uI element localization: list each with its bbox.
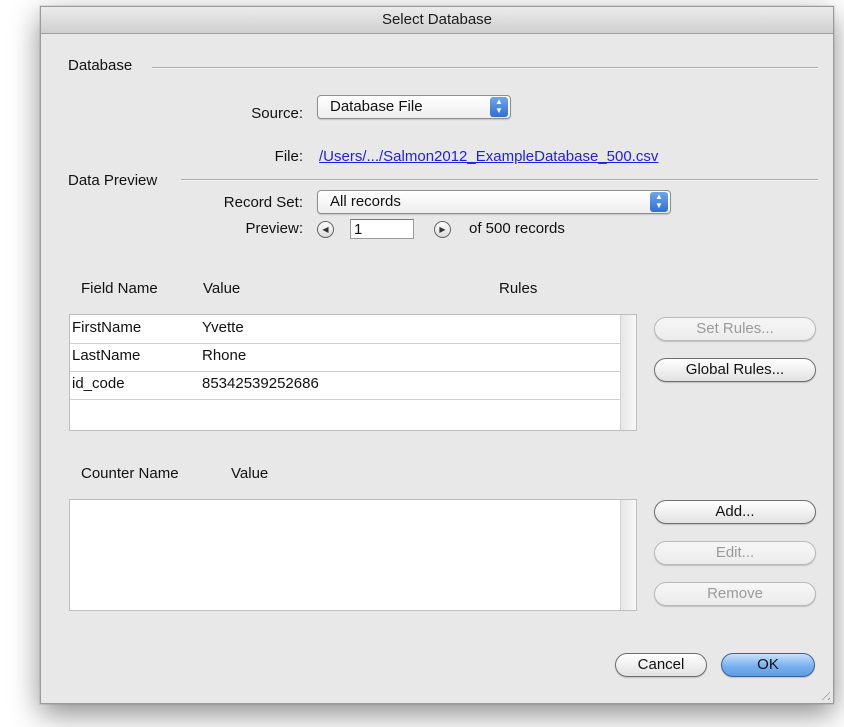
table-row[interactable]: LastName Rhone (70, 343, 636, 372)
file-path-link[interactable]: /Users/.../Salmon2012_ExampleDatabase_50… (319, 148, 658, 165)
set-rules-button[interactable]: Set Rules... (654, 317, 816, 341)
left-arrow-circle-icon[interactable]: ◀ (317, 221, 334, 238)
up-down-arrows-icon: ▲ ▼ (650, 192, 668, 212)
field-name-cell: id_code (72, 375, 125, 392)
record-count-text: of 500 records (469, 220, 565, 237)
fields-table: FirstName Yvette LastName Rhone id_code … (69, 314, 637, 431)
record-number-field[interactable]: 1 (350, 219, 414, 239)
source-popup-value: Database File (330, 98, 423, 115)
source-label: Source: (251, 105, 303, 122)
record-set-popup[interactable]: All records ▲ ▼ (317, 190, 671, 214)
counter-value-header[interactable]: Value (231, 465, 268, 482)
database-section-label: Database (68, 57, 133, 74)
field-name-header[interactable]: Field Name (81, 280, 158, 297)
resize-grip-icon[interactable] (818, 688, 830, 700)
global-rules-button[interactable]: Global Rules... (654, 358, 816, 382)
database-divider (152, 67, 818, 69)
edit-counter-button[interactable]: Edit... (654, 541, 816, 565)
record-set-label: Record Set: (223, 194, 303, 211)
ok-button[interactable]: OK (721, 653, 815, 677)
cancel-button[interactable]: Cancel (615, 653, 707, 677)
rules-header[interactable]: Rules (499, 280, 537, 297)
field-value-cell: Rhone (202, 347, 247, 364)
file-label: File: (274, 148, 303, 165)
field-value-cell: 85342539252686 (202, 375, 319, 392)
up-down-arrows-icon: ▲ ▼ (490, 97, 508, 117)
field-name-cell: FirstName (72, 319, 142, 336)
counters-scrollbar[interactable] (620, 500, 636, 610)
preview-label: Preview: (245, 220, 303, 237)
source-popup[interactable]: Database File ▲ ▼ (317, 95, 511, 119)
table-row[interactable]: id_code 85342539252686 (70, 371, 636, 400)
counter-name-header[interactable]: Counter Name (81, 465, 179, 482)
remove-counter-button[interactable]: Remove (654, 582, 816, 606)
right-arrow-circle-icon[interactable]: ▶ (434, 221, 451, 238)
add-counter-button[interactable]: Add... (654, 500, 816, 524)
data-preview-section-label: Data Preview (68, 172, 158, 189)
window-title: Select Database (41, 7, 833, 34)
field-name-cell: LastName (72, 347, 141, 364)
table-row[interactable]: FirstName Yvette (70, 315, 636, 344)
fields-scrollbar[interactable] (620, 315, 636, 430)
record-set-popup-value: All records (330, 193, 401, 210)
value-header[interactable]: Value (203, 280, 240, 297)
data-preview-divider (181, 179, 818, 181)
select-database-dialog: Select Database Database Source: Databas… (40, 6, 834, 704)
field-value-cell: Yvette (202, 319, 244, 336)
counters-table (69, 499, 637, 611)
